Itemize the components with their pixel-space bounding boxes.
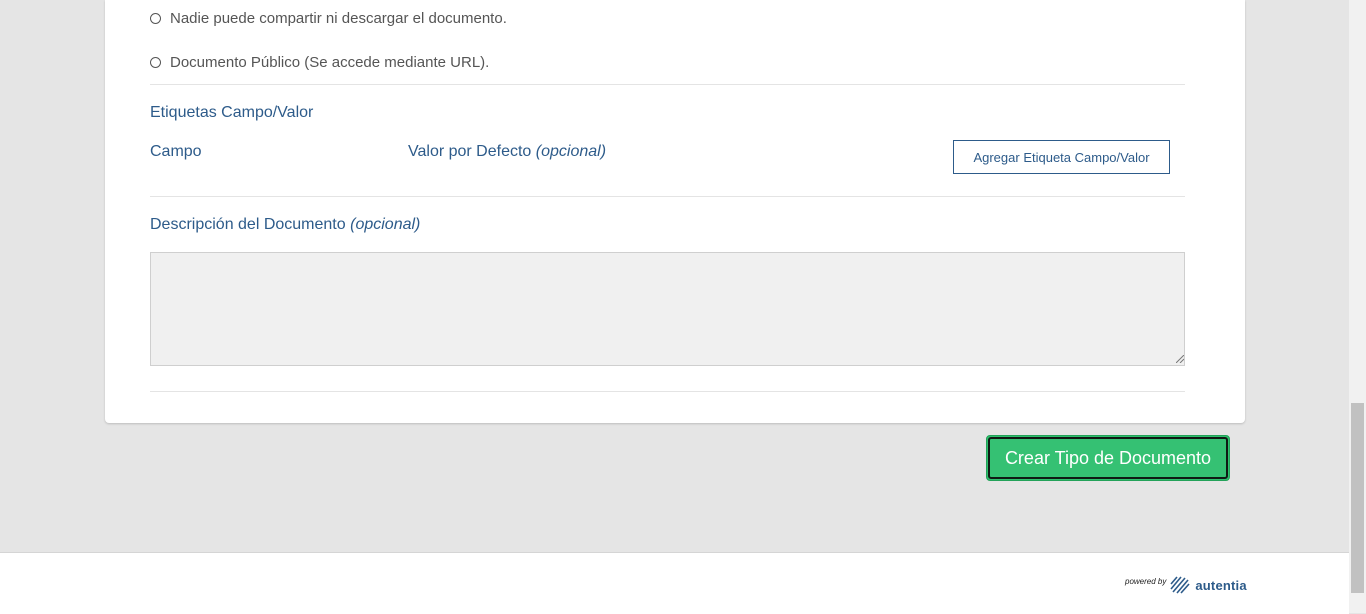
description-label: Descripción del Documento (opcional) bbox=[150, 216, 420, 234]
radio-button[interactable] bbox=[150, 13, 161, 24]
field-column-label: Campo bbox=[150, 143, 202, 160]
radio-button[interactable] bbox=[150, 57, 161, 68]
radio-option-public[interactable]: Documento Público (Se accede mediante UR… bbox=[150, 54, 489, 71]
default-value-column-label: Valor por Defecto (opcional) bbox=[408, 143, 606, 161]
radio-option-label: Nadie puede compartir ni descargar el do… bbox=[170, 10, 507, 27]
radio-option-no-share[interactable]: Nadie puede compartir ni descargar el do… bbox=[150, 10, 507, 27]
description-label-text: Descripción del Documento bbox=[150, 216, 346, 233]
tags-section-title: Etiquetas Campo/Valor bbox=[150, 104, 314, 121]
autentia-brand-text: autentia bbox=[1195, 577, 1247, 593]
powered-by-text: powered by bbox=[1125, 576, 1167, 586]
divider bbox=[150, 391, 1185, 392]
radio-option-label: Documento Público (Se accede mediante UR… bbox=[170, 54, 490, 71]
create-document-type-label: Crear Tipo de Documento bbox=[988, 437, 1228, 479]
optional-hint: (opcional) bbox=[535, 143, 607, 160]
default-value-text: Valor por Defecto bbox=[408, 143, 532, 160]
divider bbox=[150, 196, 1185, 197]
divider bbox=[150, 84, 1185, 85]
autentia-logo-icon bbox=[1170, 576, 1190, 594]
create-document-type-button[interactable]: Crear Tipo de Documento bbox=[986, 435, 1230, 481]
add-tag-button[interactable]: Agregar Etiqueta Campo/Valor bbox=[953, 140, 1170, 174]
powered-by-logo: powered by autentia bbox=[1125, 575, 1247, 595]
resize-grip-icon[interactable] bbox=[1176, 355, 1184, 363]
scrollbar-thumb[interactable] bbox=[1351, 403, 1364, 593]
form-card: Nadie puede compartir ni descargar el do… bbox=[105, 0, 1245, 423]
optional-hint: (opcional) bbox=[350, 216, 421, 233]
description-textarea[interactable] bbox=[150, 252, 1185, 366]
